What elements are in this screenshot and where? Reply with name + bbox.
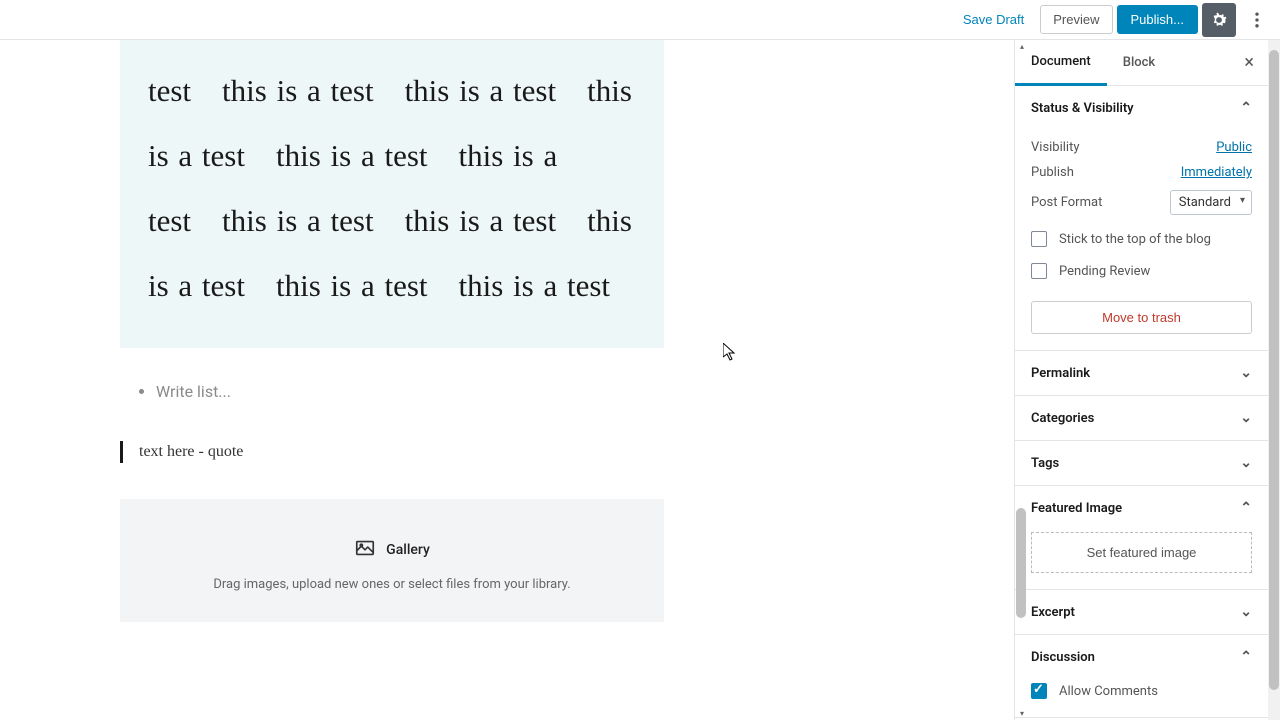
editor-canvas[interactable]: test this is a test this is a test this … <box>0 40 1014 720</box>
scrollbar-thumb[interactable] <box>1016 508 1026 618</box>
tab-document[interactable]: Document <box>1015 40 1107 86</box>
panel-title-permalink: Permalink <box>1031 366 1090 381</box>
move-to-trash-button[interactable]: Move to trash <box>1031 301 1252 334</box>
panel-title-discussion: Discussion <box>1031 650 1095 665</box>
tab-block[interactable]: Block <box>1107 41 1171 84</box>
panel-tags: Tags ⌄ <box>1015 441 1268 486</box>
window-scrollbar[interactable] <box>1268 40 1280 720</box>
panel-title-tags: Tags <box>1031 456 1059 471</box>
allow-comments-checkbox[interactable]: Allow Comments <box>1031 683 1252 699</box>
paragraph-block[interactable]: test this is a test this is a test this … <box>120 40 664 348</box>
panel-header-excerpt[interactable]: Excerpt ⌄ <box>1015 590 1268 634</box>
panel-title-featured: Featured Image <box>1031 501 1122 516</box>
pending-review-checkbox[interactable]: Pending Review <box>1031 263 1252 279</box>
chevron-down-icon: ⌄ <box>1240 410 1252 426</box>
scroll-up-arrow-icon[interactable]: ▴ <box>1020 42 1024 51</box>
checkbox-checked-icon <box>1031 683 1047 699</box>
gallery-title: Gallery <box>386 542 430 558</box>
chevron-up-icon: ⌃ <box>1240 100 1252 116</box>
stick-checkbox[interactable]: Stick to the top of the blog <box>1031 231 1252 247</box>
scrollbar-thumb[interactable] <box>1269 50 1279 690</box>
panel-title-status: Status & Visibility <box>1031 101 1134 116</box>
list-item-placeholder[interactable]: Write list... <box>156 382 664 401</box>
chevron-up-icon: ⌃ <box>1240 649 1252 665</box>
visibility-value[interactable]: Public <box>1216 140 1252 155</box>
chevron-down-icon: ⌄ <box>1240 455 1252 471</box>
list-block[interactable]: Write list... <box>136 382 664 401</box>
panel-featured-image: Featured Image ⌃ Set featured image <box>1015 486 1268 590</box>
publish-button[interactable]: Publish... <box>1117 5 1198 34</box>
gallery-icon <box>354 537 376 563</box>
panel-header-status[interactable]: Status & Visibility ⌃ <box>1015 86 1268 130</box>
panel-header-permalink[interactable]: Permalink ⌄ <box>1015 351 1268 395</box>
preview-button[interactable]: Preview <box>1040 5 1112 34</box>
panel-title-excerpt: Excerpt <box>1031 605 1075 620</box>
save-draft-button[interactable]: Save Draft <box>951 4 1036 35</box>
gallery-subtitle: Drag images, upload new ones or select f… <box>140 577 644 592</box>
panel-title-categories: Categories <box>1031 411 1094 426</box>
visibility-label: Visibility <box>1031 140 1080 155</box>
panel-excerpt: Excerpt ⌄ <box>1015 590 1268 635</box>
publish-label: Publish <box>1031 165 1074 180</box>
more-menu-icon[interactable] <box>1240 3 1274 37</box>
panel-permalink: Permalink ⌄ <box>1015 351 1268 396</box>
panel-categories: Categories ⌄ <box>1015 396 1268 441</box>
allow-comments-label: Allow Comments <box>1059 684 1158 699</box>
scroll-down-arrow-icon[interactable]: ▾ <box>1020 709 1024 718</box>
panel-header-featured[interactable]: Featured Image ⌃ <box>1015 486 1268 530</box>
settings-sidebar: Document Block × Status & Visibility ⌃ V… <box>1014 40 1268 720</box>
checkbox-icon <box>1031 263 1047 279</box>
post-format-label: Post Format <box>1031 195 1102 210</box>
panel-discussion: Discussion ⌃ Allow Comments <box>1015 635 1268 718</box>
panel-header-tags[interactable]: Tags ⌄ <box>1015 441 1268 485</box>
post-format-select[interactable]: Standard <box>1170 190 1252 215</box>
chevron-down-icon: ⌄ <box>1240 365 1252 381</box>
set-featured-image-button[interactable]: Set featured image <box>1031 532 1252 573</box>
chevron-up-icon: ⌃ <box>1240 500 1252 516</box>
close-sidebar-button[interactable]: × <box>1230 44 1268 82</box>
sidebar-tabs: Document Block × <box>1015 40 1268 86</box>
panel-header-categories[interactable]: Categories ⌄ <box>1015 396 1268 440</box>
stick-label: Stick to the top of the blog <box>1059 232 1211 247</box>
checkbox-icon <box>1031 231 1047 247</box>
panel-status-visibility: Status & Visibility ⌃ Visibility Public … <box>1015 86 1268 351</box>
chevron-down-icon: ⌄ <box>1240 604 1252 620</box>
pending-label: Pending Review <box>1059 264 1150 279</box>
editor-topbar: Save Draft Preview Publish... <box>0 0 1280 40</box>
canvas-scrollbar[interactable]: ▴ ▾ <box>1014 40 1026 720</box>
settings-icon[interactable] <box>1202 3 1236 37</box>
panel-header-discussion[interactable]: Discussion ⌃ <box>1015 635 1268 679</box>
gallery-block[interactable]: Gallery Drag images, upload new ones or … <box>120 499 664 622</box>
quote-block[interactable]: text here - quote <box>120 441 664 463</box>
publish-value[interactable]: Immediately <box>1181 165 1252 180</box>
